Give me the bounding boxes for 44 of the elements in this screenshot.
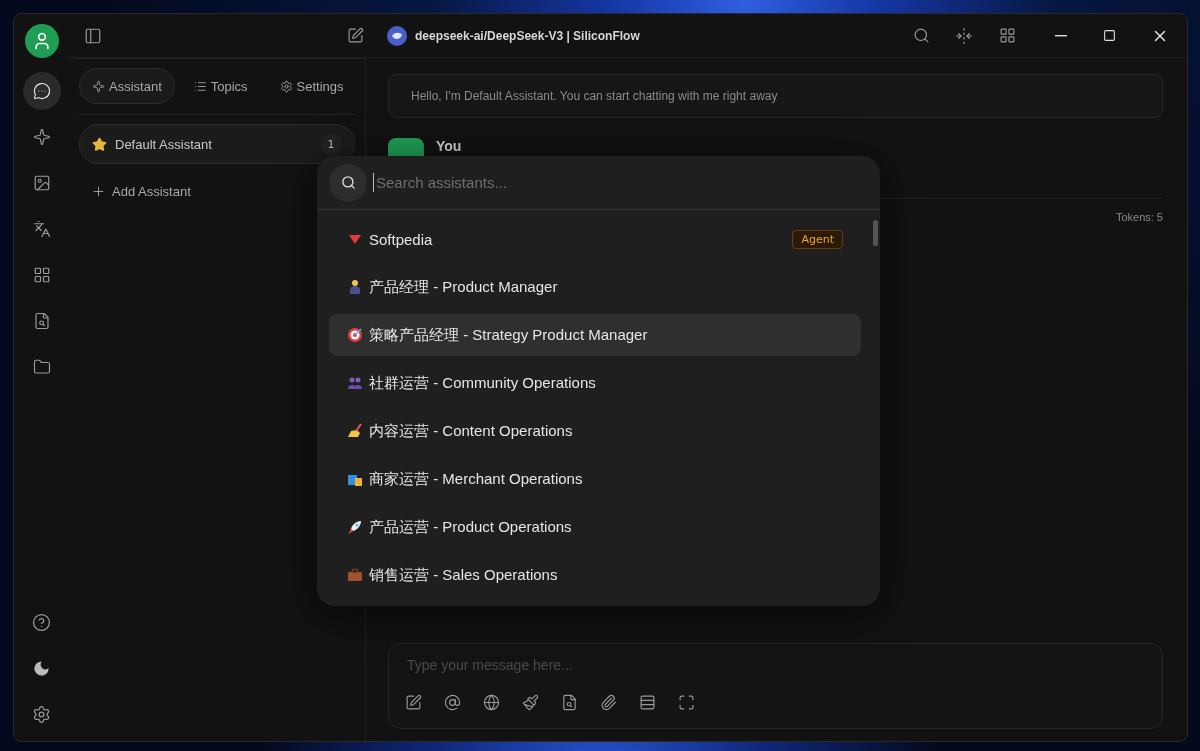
- plus-icon: [91, 184, 106, 199]
- star-icon: [92, 136, 107, 152]
- assistant-option-label: Softpedia: [369, 230, 434, 248]
- sidebar-tab[interactable]: Topics: [180, 68, 261, 104]
- greeting-message: Hello, I'm Default Assistant. You can start chatting with me right away: [388, 74, 1163, 118]
- assistant-option-label: 销售运营 - Sales Operations: [369, 565, 559, 585]
- assistant-option-label: 策略产品经理 - Strategy Product Manager: [369, 325, 649, 345]
- maximize-icon: [1102, 29, 1116, 42]
- assistant-option-label: 商家运营 - Merchant Operations: [369, 469, 584, 489]
- assistant-option[interactable]: 社群运营 - Community Operations: [329, 362, 861, 404]
- assistant-item[interactable]: Default Assistant 1: [79, 124, 355, 164]
- sparkle-icon: [92, 79, 105, 93]
- target-icon: [347, 327, 363, 343]
- rocket-icon: [347, 519, 363, 535]
- assistant-option[interactable]: 销售运营 - Sales Operations: [329, 554, 861, 596]
- assistant-option-label: 社群运营 - Community Operations: [369, 373, 597, 393]
- add-assistant-button[interactable]: Add Assistant: [79, 180, 203, 203]
- window-title: deepseek-ai/DeepSeek-V3 | SiliconFlow: [415, 28, 640, 43]
- person-icon: [347, 279, 363, 295]
- assistant-option[interactable]: 产品经理 - Product Manager: [329, 266, 861, 308]
- people-icon: [347, 375, 363, 391]
- chat-icon[interactable]: [22, 72, 61, 110]
- assistant-option-label: 产品运营 - Product Operations: [369, 517, 573, 537]
- user-avatar[interactable]: [24, 24, 59, 58]
- scrollbar-thumb[interactable]: [873, 220, 878, 246]
- agent-tag: Agent: [792, 229, 843, 249]
- assistant-option[interactable]: 商家运营 - Merchant Operations: [329, 458, 861, 500]
- minimize-icon: [1055, 34, 1067, 37]
- assistant-search-field[interactable]: Search assistants...: [373, 173, 868, 192]
- assistant-option[interactable]: Softpedia Agent: [329, 218, 861, 260]
- briefcase-icon: [347, 567, 363, 583]
- sidebar-tab[interactable]: Settings: [266, 68, 357, 104]
- sidebar-tab[interactable]: Assistant: [79, 68, 175, 104]
- assistant-option-label: 内容运营 - Content Operations: [369, 421, 574, 441]
- token-count: Tokens: 5: [1115, 211, 1163, 223]
- assistant-option[interactable]: 策略产品经理 - Strategy Product Manager: [329, 314, 861, 356]
- assistant-name: Default Assistant: [115, 136, 213, 152]
- gear-icon: [279, 79, 293, 93]
- assistant-option[interactable]: 产品运营 - Product Operations: [329, 506, 861, 548]
- list-icon: [193, 79, 207, 93]
- count-badge: 1: [320, 133, 342, 155]
- search-icon: [329, 163, 367, 202]
- assistant-option[interactable]: 内容运营 - Content Operations: [329, 410, 861, 452]
- assistant-option-label: 产品经理 - Product Manager: [369, 277, 559, 297]
